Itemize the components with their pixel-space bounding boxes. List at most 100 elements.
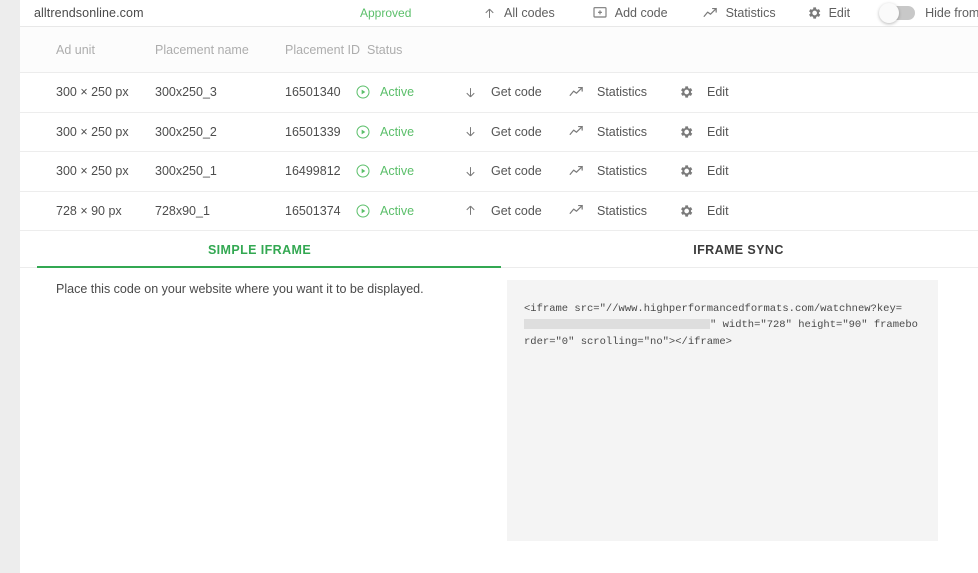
cell-placement-id: 16501340: [285, 85, 341, 100]
row-edit-label: Edit: [707, 164, 729, 179]
trending-up-icon: [702, 5, 719, 22]
edit-button[interactable]: Edit: [806, 5, 851, 21]
toggle-knob: [879, 3, 900, 23]
cell-placement-name: 300x250_1: [155, 164, 217, 179]
cell-ad-unit: 300 × 250 px: [56, 164, 129, 179]
toggle-track[interactable]: [879, 3, 916, 23]
cell-placement-name: 300x250_3: [155, 85, 217, 100]
code-part-1: <iframe src="//www.highperformancedforma…: [524, 303, 903, 315]
play-circle-icon: [355, 163, 371, 179]
cell-status: Active: [355, 203, 463, 219]
code-format-tabs: SIMPLE IFRAME IFRAME SYNC: [20, 232, 978, 268]
get-code-label: Get code: [491, 203, 542, 218]
table-row[interactable]: 300 × 250 px 300x250_3 16501340 Active Get c…: [20, 73, 978, 113]
cell-ad-unit: 300 × 250 px: [56, 124, 129, 139]
cell-ad-unit: 300 × 250 px: [56, 85, 129, 100]
main-panel: alltrendsonline.com Approved All codes A…: [20, 0, 978, 573]
get-code-label: Get code: [491, 85, 542, 100]
row-statistics-action[interactable]: Statistics: [568, 123, 678, 140]
code-content-area: Place this code on your website where yo…: [20, 268, 978, 568]
hide-from-statistics-label: Hide from statistics: [925, 6, 978, 20]
cell-status: Active: [355, 124, 463, 140]
row-edit-label: Edit: [707, 124, 729, 139]
arrow-down-icon: [463, 164, 478, 179]
column-header-ad-unit: Ad unit: [56, 42, 95, 57]
statistics-label: Statistics: [725, 6, 776, 20]
status-label: Active: [380, 85, 415, 100]
status-label: Active: [380, 124, 415, 139]
row-statistics-action[interactable]: Statistics: [568, 84, 678, 101]
play-circle-icon: [355, 84, 371, 100]
get-code-action[interactable]: Get code: [463, 164, 568, 179]
row-edit-action[interactable]: Edit: [678, 84, 778, 100]
play-circle-icon: [355, 203, 371, 219]
row-edit-action[interactable]: Edit: [678, 163, 778, 179]
cell-status: Active: [355, 163, 463, 179]
redacted-key-block: [524, 318, 710, 329]
trending-up-icon: [568, 123, 585, 140]
status-label: Active: [380, 203, 415, 218]
code-snippet-box[interactable]: <iframe src="//www.highperformancedforma…: [507, 280, 938, 541]
row-statistics-label: Statistics: [597, 85, 648, 100]
code-snippet[interactable]: <iframe src="//www.highperformancedforma…: [524, 301, 920, 350]
gear-icon: [678, 84, 694, 100]
site-approval-status: Approved: [360, 6, 412, 20]
trending-up-icon: [568, 163, 585, 180]
add-code-label: Add code: [614, 6, 668, 20]
cell-placement-name: 300x250_2: [155, 124, 217, 139]
play-circle-icon: [355, 124, 371, 140]
gear-icon: [678, 124, 694, 140]
cell-placement-name: 728x90_1: [155, 203, 210, 218]
arrow-up-icon: [482, 6, 497, 21]
get-code-label: Get code: [491, 164, 542, 179]
get-code-label: Get code: [491, 124, 542, 139]
table-body: 300 × 250 px 300x250_3 16501340 Active Get c…: [20, 73, 978, 231]
edit-label: Edit: [828, 6, 851, 20]
arrow-down-icon: [463, 85, 478, 100]
site-domain: alltrendsonline.com: [34, 6, 144, 20]
table-header-row: Ad unit Placement name Placement ID Stat…: [20, 27, 978, 73]
statistics-button[interactable]: Statistics: [702, 5, 776, 22]
all-codes-button[interactable]: All codes: [482, 6, 555, 21]
table-row[interactable]: 728 × 90 px 728x90_1 16501374 Active Get cod…: [20, 191, 978, 231]
tab-simple-iframe[interactable]: SIMPLE IFRAME: [20, 232, 499, 268]
arrow-up-icon: [463, 203, 478, 218]
column-header-status: Status: [367, 42, 403, 57]
gear-icon: [678, 203, 694, 219]
cell-placement-id: 16499812: [285, 164, 341, 179]
column-header-placement-id: Placement ID: [285, 42, 361, 57]
hide-from-statistics-toggle[interactable]: Hide from statistics: [879, 3, 978, 23]
add-screen-icon: [592, 5, 608, 21]
cell-status: Active: [355, 84, 463, 100]
status-label: Active: [380, 164, 415, 179]
row-edit-label: Edit: [707, 203, 729, 218]
trending-up-icon: [568, 202, 585, 219]
cell-placement-id: 16501374: [285, 203, 341, 218]
row-statistics-action[interactable]: Statistics: [568, 163, 678, 180]
gear-icon: [678, 163, 694, 179]
cell-placement-id: 16501339: [285, 124, 341, 139]
row-statistics-label: Statistics: [597, 203, 648, 218]
site-toolbar: alltrendsonline.com Approved All codes A…: [20, 0, 978, 27]
get-code-action[interactable]: Get code: [463, 203, 568, 218]
arrow-down-icon: [463, 124, 478, 139]
cell-ad-unit: 728 × 90 px: [56, 203, 122, 218]
trending-up-icon: [568, 84, 585, 101]
row-edit-action[interactable]: Edit: [678, 203, 778, 219]
table-row[interactable]: 300 × 250 px 300x250_2 16501339 Active Get c…: [20, 112, 978, 152]
row-edit-action[interactable]: Edit: [678, 124, 778, 140]
all-codes-label: All codes: [504, 6, 555, 20]
toolbar-actions: All codes Add code Statistics Edit Hide …: [466, 0, 978, 27]
row-statistics-label: Statistics: [597, 164, 648, 179]
get-code-action[interactable]: Get code: [463, 85, 568, 100]
row-statistics-action[interactable]: Statistics: [568, 202, 678, 219]
app-root: alltrendsonline.com Approved All codes A…: [0, 0, 978, 573]
table-row[interactable]: 300 × 250 px 300x250_1 16499812 Active Get c…: [20, 152, 978, 192]
get-code-action[interactable]: Get code: [463, 124, 568, 139]
add-code-button[interactable]: Add code: [592, 5, 668, 21]
column-header-placement-name: Placement name: [155, 42, 249, 57]
row-statistics-label: Statistics: [597, 124, 648, 139]
gear-icon: [806, 5, 822, 21]
tab-iframe-sync[interactable]: IFRAME SYNC: [499, 232, 978, 268]
row-edit-label: Edit: [707, 85, 729, 100]
